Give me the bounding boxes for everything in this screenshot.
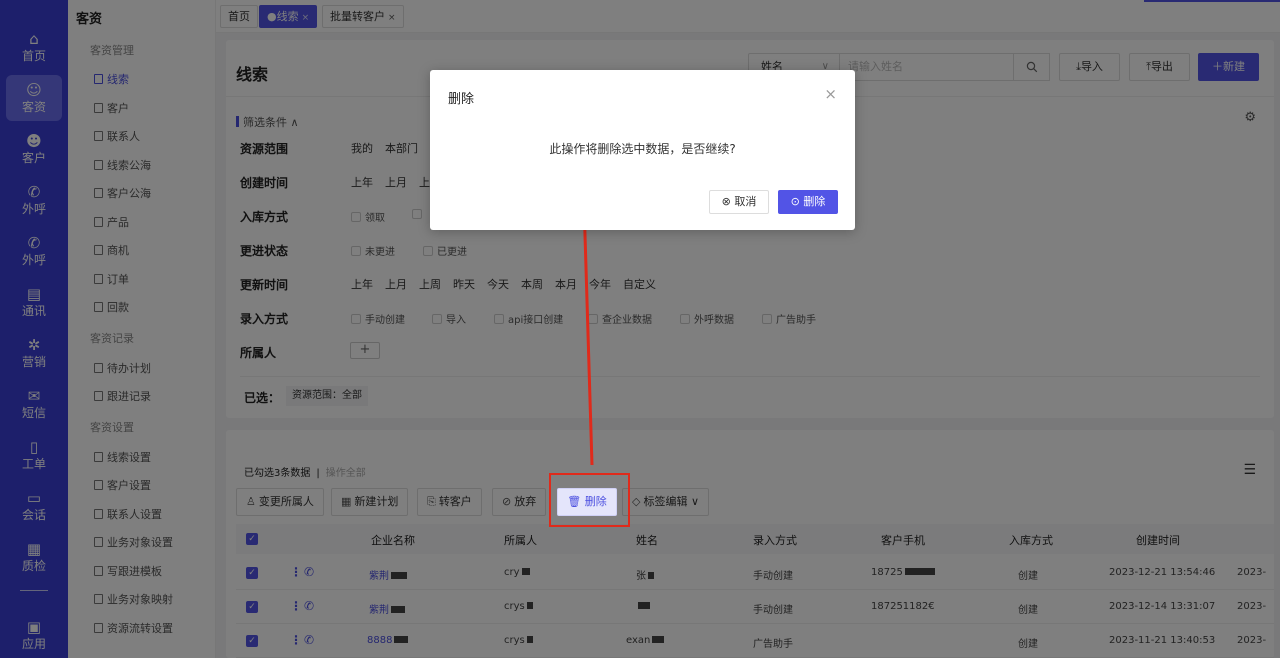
dialog-title: 删除	[448, 92, 475, 107]
app-root: ⌂首页 ☺客资 ☻客户 ✆外呼 ✆外呼 ▤通讯 ✲营销 ✉短信 ▯工单 ▭会话 …	[0, 0, 1280, 658]
button-label: 删除	[803, 195, 826, 208]
confirm-delete-button[interactable]: ⊙ 删除	[778, 190, 838, 214]
close-icon[interactable]: ×	[824, 85, 837, 103]
cancel-icon: ⊗	[721, 195, 735, 208]
dialog-message: 此操作将删除选中数据，是否继续?	[549, 142, 736, 156]
button-label: 取消	[734, 195, 757, 208]
cancel-button[interactable]: ⊗ 取消	[709, 190, 769, 214]
delete-confirm-dialog: 删除 × 此操作将删除选中数据，是否继续? ⊗ 取消 ⊙ 删除	[430, 70, 855, 230]
check-circle-icon: ⊙	[790, 195, 804, 208]
